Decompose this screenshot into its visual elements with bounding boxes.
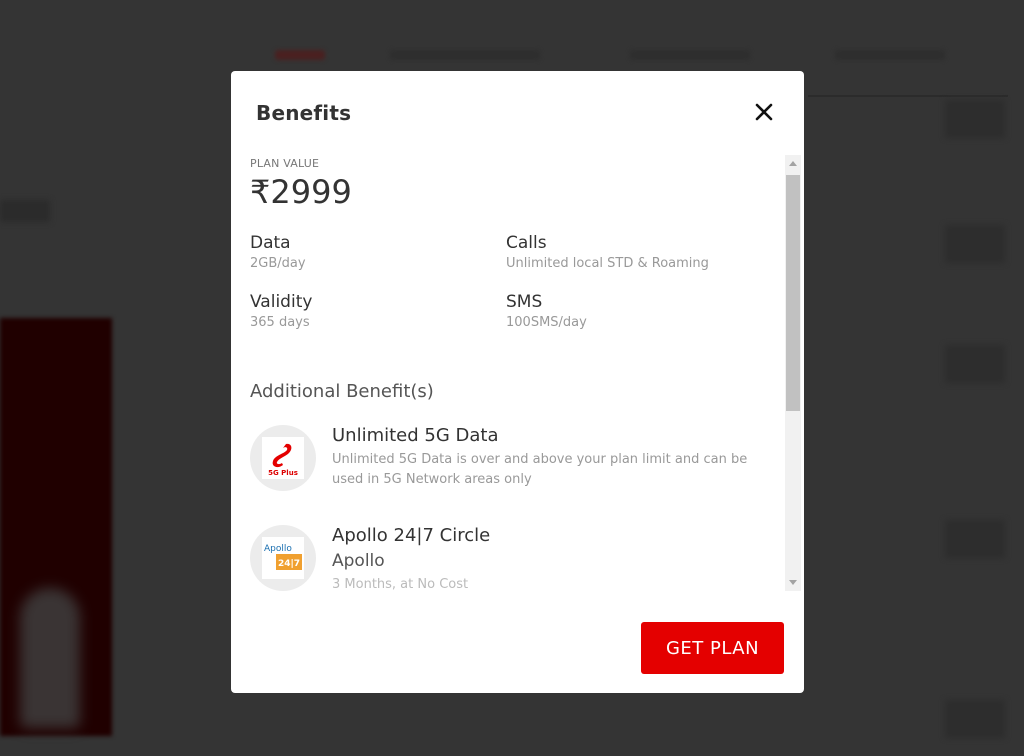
background-card (945, 225, 1005, 263)
benefit-title: Unlimited 5G Data (332, 425, 499, 446)
scroll-down-arrow-icon[interactable] (789, 580, 797, 585)
spec-value: 2GB/day (250, 256, 306, 271)
background-nav-item (390, 50, 540, 60)
benefit-note: 3 Months, at No Cost (332, 577, 469, 591)
spec-calls: Calls Unlimited local STD & Roaming (506, 233, 709, 271)
background-nav-item (835, 50, 945, 60)
spec-value: 100SMS/day (506, 315, 587, 330)
benefits-scroll-area[interactable]: PLAN VALUE ₹2999 Data 2GB/day Calls Unli… (231, 155, 801, 591)
airtel-logo-icon: 5G Plus (268, 443, 298, 477)
additional-benefits-title: Additional Benefit(s) (250, 381, 434, 402)
apollo-logo-icon: Apollo 24|7 (264, 544, 302, 570)
benefit-description: Unlimited 5G Data is over and above your… (332, 452, 748, 487)
plan-value: ₹2999 (250, 173, 352, 211)
logo-text-top: Apollo (264, 544, 292, 554)
get-plan-button[interactable]: GET PLAN (641, 622, 784, 674)
spec-label: Data (250, 233, 291, 253)
scrollbar[interactable] (785, 155, 801, 591)
background-card (945, 345, 1005, 383)
logo-text: 5G Plus (268, 469, 298, 477)
benefit-item: Apollo 24|7 Apollo 24|7 Circle Apollo 3 … (250, 525, 770, 591)
background-nav (240, 40, 1020, 70)
benefits-modal: Benefits PLAN VALUE ₹2999 Data 2GB/day C… (231, 71, 804, 693)
scrollbar-thumb[interactable] (786, 175, 800, 411)
background-card (945, 100, 1005, 138)
background-banner (0, 318, 112, 736)
spec-value: Unlimited local STD & Roaming (506, 256, 709, 271)
benefit-subtitle: Apollo (332, 551, 385, 571)
close-button[interactable] (749, 97, 779, 127)
spec-label: Validity (250, 292, 313, 312)
modal-title: Benefits (256, 101, 352, 125)
spec-label: Calls (506, 233, 547, 253)
apollo-247-logo-icon: Apollo 24|7 (250, 525, 316, 591)
benefit-title: Apollo 24|7 Circle (332, 525, 491, 546)
airtel-5g-plus-logo-icon: 5G Plus (250, 425, 316, 491)
background-nav-item (630, 50, 750, 60)
spec-validity: Validity 365 days (250, 292, 312, 330)
background-divider (808, 95, 1008, 97)
logo-text-bottom: 24|7 (278, 559, 300, 569)
spec-sms: SMS 100SMS/day (506, 292, 587, 330)
background-card (945, 700, 1005, 738)
plan-value-label: PLAN VALUE (250, 157, 320, 170)
scroll-up-arrow-icon[interactable] (789, 161, 797, 166)
spec-data: Data 2GB/day (250, 233, 306, 271)
background-heading (0, 200, 50, 222)
spec-label: SMS (506, 292, 543, 312)
close-icon (755, 103, 773, 121)
background-card (945, 520, 1005, 558)
benefit-item: 5G Plus Unlimited 5G Data Unlimited 5G D… (250, 425, 770, 495)
background-figure (20, 588, 80, 728)
background-nav-item (275, 50, 325, 60)
spec-value: 365 days (250, 315, 310, 330)
